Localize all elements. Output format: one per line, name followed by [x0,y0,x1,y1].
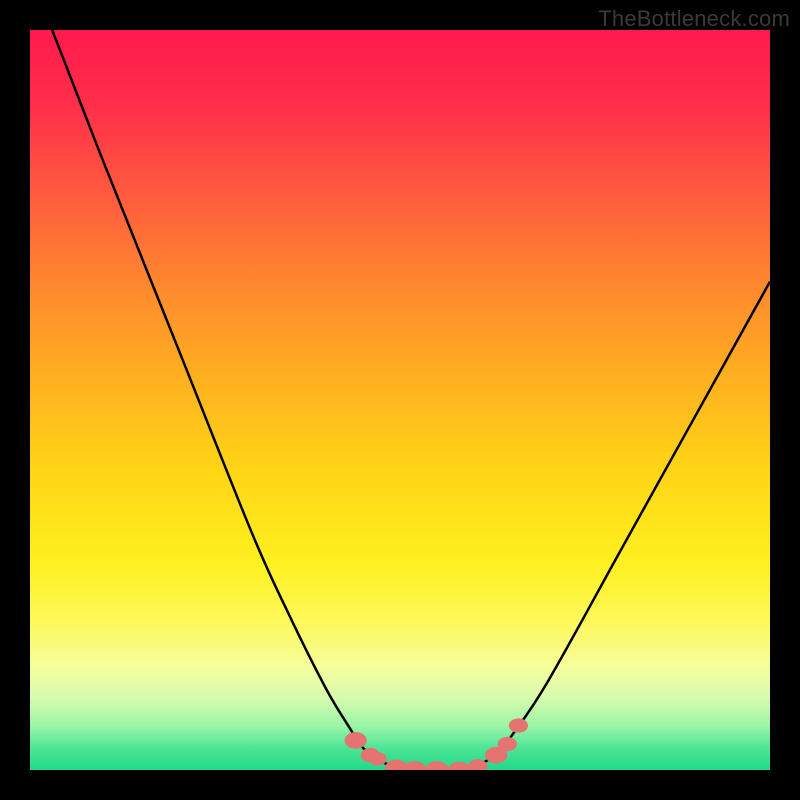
data-marker [425,761,449,770]
bottleneck-curve [52,30,770,770]
chart-svg [30,30,770,770]
data-marker [509,718,528,732]
data-marker [369,752,387,765]
curve-group [52,30,770,770]
data-marker [448,762,470,770]
data-marker [345,732,367,749]
data-marker [498,737,517,751]
data-marker [403,761,427,770]
marker-group [345,718,529,770]
watermark-text: TheBottleneck.com [598,6,790,32]
